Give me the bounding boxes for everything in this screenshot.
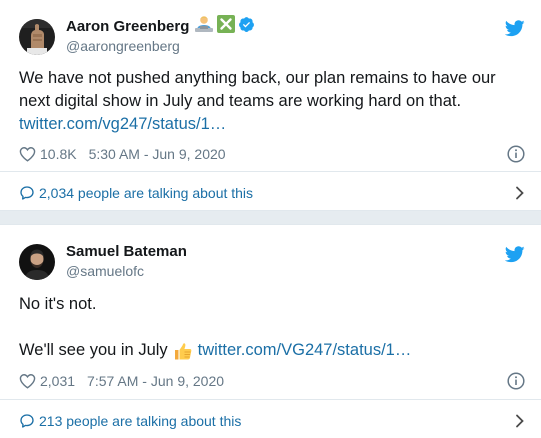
comment-bubble-icon [19,185,35,201]
author-name[interactable]: Aaron Greenberg [66,15,255,37]
verified-icon [238,16,255,37]
avatar[interactable] [19,244,55,280]
twitter-bird-icon[interactable] [504,246,525,263]
divider [0,171,541,172]
tweet-link[interactable]: twitter.com/VG247/status/1… [198,339,412,362]
like-count[interactable]: 10.8K [40,146,77,162]
thumbs-up-icon [173,341,193,361]
twitter-bird-icon[interactable] [504,20,525,37]
tweet-card: Samuel Bateman @samuelofc No it's not. W… [0,225,541,438]
conversation-count: 2,034 people are talking about this [39,185,254,201]
chevron-right-icon [515,414,525,428]
author-name-text: Aaron Greenberg [66,17,190,35]
tweet-link[interactable]: twitter.com/vg247/status/1… [19,115,226,133]
tweet-body-line2: We'll see you in July [19,341,168,359]
tweet-separator [0,210,541,225]
tweet-body: We have not pushed anything back, our pl… [19,69,496,110]
tweet-text-line2: We'll see you in July twitter.com/VG247/… [19,339,525,362]
tweet-text: No it's not. [19,293,525,316]
info-icon[interactable] [507,145,525,163]
heart-icon[interactable] [19,146,36,162]
tweet-body-line1: No it's not. [19,295,97,313]
author-name[interactable]: Samuel Bateman [66,243,187,260]
tweet-meta: 2,031 7:57 AM - Jun 9, 2020 [19,373,224,389]
conversation-link[interactable]: 2,034 people are talking about this [19,181,525,205]
author-handle[interactable]: @aarongreenberg [66,38,180,54]
divider [0,399,541,400]
person-with-laptop-icon [194,15,214,37]
author-handle[interactable]: @samuelofc [66,263,144,279]
tweet-card: Aaron Greenberg @aarongreenberg We have … [0,0,541,210]
tweet-text: We have not pushed anything back, our pl… [19,67,525,136]
cross-mark-icon [217,15,236,37]
tweet-timestamp[interactable]: 5:30 AM - Jun 9, 2020 [89,146,226,162]
avatar[interactable] [19,19,55,55]
tweet-meta: 10.8K 5:30 AM - Jun 9, 2020 [19,146,226,162]
chevron-right-icon [515,186,525,200]
comment-bubble-icon [19,413,35,429]
author-name-text: Samuel Bateman [66,243,187,260]
tweet-timestamp[interactable]: 7:57 AM - Jun 9, 2020 [87,373,224,389]
heart-icon[interactable] [19,373,36,389]
conversation-link[interactable]: 213 people are talking about this [19,409,525,433]
info-icon[interactable] [507,372,525,390]
conversation-count: 213 people are talking about this [39,413,242,429]
like-count[interactable]: 2,031 [40,373,75,389]
